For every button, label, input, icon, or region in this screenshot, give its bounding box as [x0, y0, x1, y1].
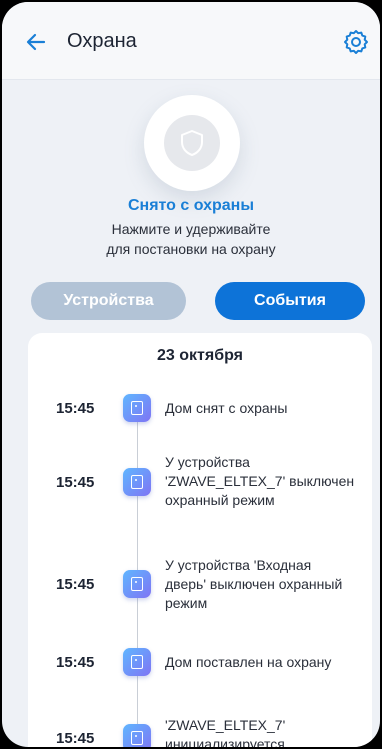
event-time: 15:45 [56, 654, 95, 671]
event-time: 15:45 [56, 730, 95, 747]
gear-icon [344, 30, 368, 54]
tab-events[interactable]: События [215, 282, 365, 320]
arm-hint-line2: для постановки на охрану [106, 241, 276, 257]
shield-icon [181, 130, 203, 156]
tab-devices[interactable]: Устройства [31, 282, 186, 320]
settings-button[interactable] [342, 28, 370, 56]
device-icon [123, 468, 151, 496]
page-title: Охрана [67, 30, 137, 52]
arrow-left-icon [26, 33, 46, 51]
event-text: 'ZWAVE_ELTEX_7' инициализируется [165, 717, 286, 747]
event-text: У устройства 'Входная дверь' выключен ох… [165, 557, 343, 611]
back-button[interactable] [24, 30, 48, 54]
arm-button-core [164, 115, 220, 171]
event-time: 15:45 [56, 576, 95, 593]
events-date: 23 октября [157, 347, 243, 364]
phone-screen: Охрана Снято с охраны Нажмите и удержива… [2, 2, 380, 747]
event-text: Дом поставлен на охрану [165, 654, 332, 670]
event-time: 15:45 [56, 474, 95, 491]
arm-hint-line1: Нажмите и удерживайте [111, 221, 271, 237]
events-card: 23 октября 15:45 Дом снят с охраны 15:45… [28, 333, 372, 747]
event-text: У устройства 'ZWAVE_ELTEX_7' выключен ох… [165, 454, 355, 508]
event-text: Дом снят с охраны [165, 400, 288, 416]
device-icon [123, 724, 151, 747]
device-icon [123, 394, 151, 422]
device-icon [123, 648, 151, 676]
device-icon [123, 570, 151, 598]
app-header: Охрана [2, 2, 380, 80]
arm-toggle-button[interactable] [144, 95, 240, 191]
event-time: 15:45 [56, 400, 95, 417]
arm-status: Снято с охраны [127, 197, 254, 214]
